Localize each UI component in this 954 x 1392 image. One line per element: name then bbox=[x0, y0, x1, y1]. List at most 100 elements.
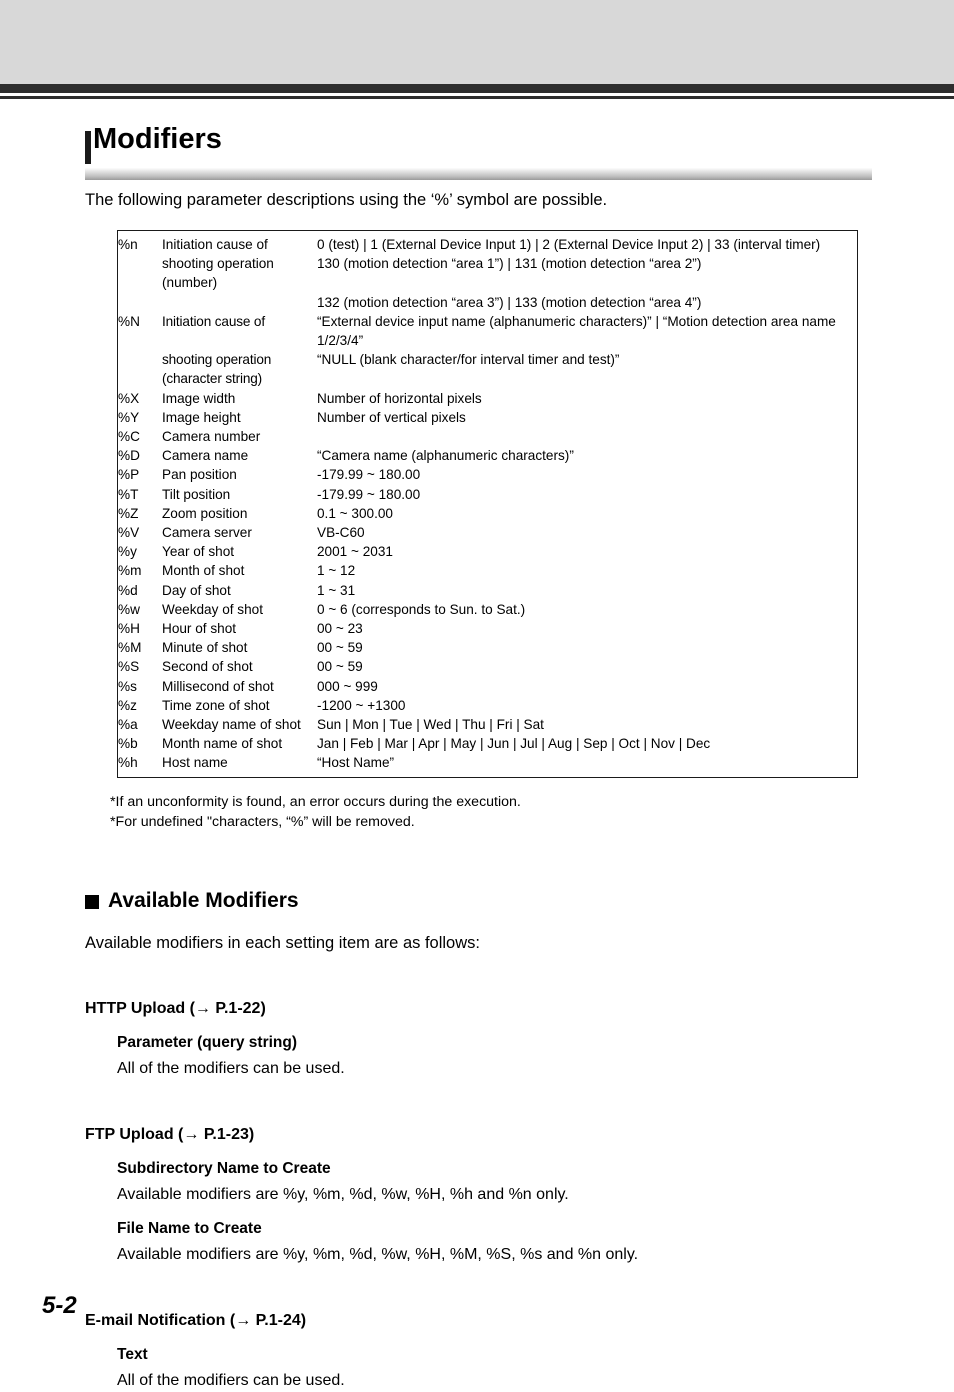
modifier-value-cell: VB-C60 bbox=[317, 525, 365, 541]
table-row: %a Weekday name of shot Sun | Mon | Tue | … bbox=[118, 715, 858, 734]
table-row: %b Month name of shot Jan | Feb | Mar | Ap… bbox=[118, 734, 858, 753]
modifier-code-cell: %N bbox=[118, 313, 140, 329]
modifier-code-cell bbox=[118, 254, 163, 292]
modifier-description-cell: Host name bbox=[162, 755, 228, 771]
modifier-code-cell: %H bbox=[118, 621, 140, 637]
modifier-groups: HTTP Upload (→ P.1-22) Parameter (query s… bbox=[0, 998, 954, 1392]
modifier-value-cell: 00 ~ 23 bbox=[317, 621, 363, 637]
title-underline bbox=[85, 165, 872, 180]
table-row: %w Weekday of shot 0 ~ 6 (corresponds to S… bbox=[118, 600, 858, 619]
table-row: %S Second of shot 00 ~ 59 bbox=[118, 657, 858, 676]
modifier-item-title: Parameter (query string) bbox=[117, 1033, 298, 1051]
modifier-code-cell: %Y bbox=[118, 409, 140, 425]
modifier-code-cell: %m bbox=[118, 563, 142, 579]
modifier-code-cell bbox=[118, 293, 163, 312]
modifier-code-cell: %D bbox=[118, 448, 140, 464]
table-row: shooting operation (character string) “NU… bbox=[118, 350, 858, 388]
modifier-code-cell: %M bbox=[118, 640, 142, 656]
modifier-code-cell: %Z bbox=[118, 505, 139, 521]
modifier-description-cell: shooting operation (character string) bbox=[162, 352, 272, 387]
table-row: %Z Zoom position 0.1 ~ 300.00 bbox=[118, 504, 858, 523]
page-content: Modifiers The following parameter descri… bbox=[0, 99, 954, 1392]
modifier-description-cell: Hour of shot bbox=[162, 621, 237, 637]
table-row: %X Image width Number of horizontal pixels bbox=[118, 389, 858, 408]
modifier-value-cell: 00 ~ 59 bbox=[317, 659, 363, 675]
modifier-item-body: All of the modifiers can be used. bbox=[117, 1059, 345, 1077]
footnote-line: *For undefined "characters, “%” will be … bbox=[110, 813, 415, 830]
table-row: %n Initiation cause of 0 (test) | 1 (Exter… bbox=[118, 231, 858, 255]
modifier-group-title: FTP Upload (→ P.1-23) bbox=[85, 1125, 255, 1143]
modifier-value-cell: 1 ~ 12 bbox=[317, 563, 356, 579]
modifier-group: FTP Upload (→ P.1-23) Subdirectory Name t… bbox=[85, 1124, 954, 1266]
modifier-item-title: File Name to Create bbox=[117, 1219, 262, 1237]
modifier-value-cell: Number of horizontal pixels bbox=[317, 390, 482, 406]
title-accent-bar bbox=[85, 131, 91, 164]
modifier-description-cell: shooting operation (number) bbox=[162, 256, 274, 291]
modifier-description-cell: Millisecond of shot bbox=[162, 678, 274, 694]
page-title-block: Modifiers bbox=[0, 123, 954, 189]
footnotes: *If an unconformity is found, an error o… bbox=[110, 792, 954, 832]
table-row: %h Host name “Host Name” bbox=[118, 753, 858, 777]
modifier-description-cell: Image height bbox=[162, 409, 241, 425]
modifiers-table: %n Initiation cause of 0 (test) | 1 (Exter… bbox=[117, 230, 858, 778]
modifier-group-items: Parameter (query string) All of the modif… bbox=[117, 1032, 954, 1080]
modifier-value-cell: 2001 ~ 2031 bbox=[317, 544, 393, 560]
modifier-code-cell: %V bbox=[118, 525, 140, 541]
modifier-value-cell: 0 (test) | 1 (External Device Input 1) |… bbox=[317, 237, 821, 252]
table-row: %y Year of shot 2001 ~ 2031 bbox=[118, 542, 858, 561]
modifier-code-cell: %n bbox=[118, 237, 138, 252]
modifier-value-cell: 130 (motion detection “area 1”) | 131 (m… bbox=[317, 256, 702, 272]
table-row: %z Time zone of shot -1200 ~ +1300 bbox=[118, 696, 858, 715]
modifier-value-cell: “Camera name (alphanumeric characters)” bbox=[317, 448, 574, 464]
modifier-description-cell: Time zone of shot bbox=[162, 697, 270, 713]
modifier-value-cell: “NULL (blank character/for interval time… bbox=[317, 352, 620, 368]
table-row: %C Camera number bbox=[118, 427, 858, 446]
modifier-code-cell: %b bbox=[118, 736, 138, 752]
modifier-description-cell: Weekday of shot bbox=[162, 601, 264, 617]
modifier-description-cell: Month of shot bbox=[162, 563, 245, 579]
modifier-code-cell bbox=[118, 350, 163, 388]
modifier-code-cell: %P bbox=[118, 467, 140, 483]
table-row: %V Camera server VB-C60 bbox=[118, 523, 858, 542]
modifier-group-items: Subdirectory Name to Create Available mod… bbox=[117, 1158, 954, 1266]
section-heading-available-modifiers: Available Modifiers bbox=[85, 889, 954, 913]
modifier-description-cell: Year of shot bbox=[162, 544, 235, 560]
table-row: shooting operation (number) 130 (motion d… bbox=[118, 254, 858, 292]
table-row: %d Day of shot 1 ~ 31 bbox=[118, 581, 858, 600]
modifier-description-cell: Image width bbox=[162, 390, 236, 406]
modifier-code-cell: %C bbox=[118, 429, 140, 445]
table-row: 132 (motion detection “area 3”) | 133 (m… bbox=[118, 293, 858, 312]
modifier-value-cell: Jan | Feb | Mar | Apr | May | Jun | Jul … bbox=[317, 736, 711, 752]
modifier-description-cell: Minute of shot bbox=[162, 640, 248, 656]
modifiers-table-wrap: %n Initiation cause of 0 (test) | 1 (Exter… bbox=[117, 230, 858, 778]
header-dark-bar bbox=[0, 84, 954, 93]
table-row: %N Initiation cause of “External device in… bbox=[118, 312, 858, 350]
modifier-group: E-mail Notification (→ P.1-24) Text All of… bbox=[85, 1310, 954, 1392]
modifier-description-cell: Tilt position bbox=[162, 486, 231, 502]
modifier-code-cell: %a bbox=[118, 717, 138, 733]
modifier-description-cell: Month name of shot bbox=[162, 736, 283, 752]
modifier-value-cell: “External device input name (alphanumeri… bbox=[317, 313, 836, 349]
modifier-value-cell: 0 ~ 6 (corresponds to Sun. to Sat.) bbox=[317, 601, 526, 617]
modifier-value-cell: -179.99 ~ 180.00 bbox=[317, 486, 421, 502]
modifier-value-cell: 0.1 ~ 300.00 bbox=[317, 505, 393, 521]
modifier-value-cell: Sun | Mon | Tue | Wed | Thu | Fri | Sat bbox=[317, 717, 544, 733]
modifier-value-cell: 1 ~ 31 bbox=[317, 582, 356, 598]
modifier-description-cell: Pan position bbox=[162, 467, 237, 483]
modifier-description-cell: Initiation cause of bbox=[162, 237, 268, 252]
table-row: %s Millisecond of shot 000 ~ 999 bbox=[118, 677, 858, 696]
modifier-item-title: Subdirectory Name to Create bbox=[117, 1159, 331, 1177]
table-row: %P Pan position -179.99 ~ 180.00 bbox=[118, 465, 858, 484]
modifier-code-cell: %w bbox=[118, 601, 140, 617]
modifier-item-title: Text bbox=[117, 1345, 148, 1363]
modifier-description-cell: Day of shot bbox=[162, 582, 231, 598]
modifier-description-cell: Zoom position bbox=[162, 505, 248, 521]
table-row: %H Hour of shot 00 ~ 23 bbox=[118, 619, 858, 638]
modifier-description-cell: Camera number bbox=[162, 429, 261, 445]
modifier-code-cell: %T bbox=[118, 486, 139, 502]
modifier-value-cell: -179.99 ~ 180.00 bbox=[317, 467, 421, 483]
modifier-description-cell: Weekday name of shot bbox=[162, 717, 301, 733]
modifier-description-cell: Initiation cause of bbox=[162, 313, 265, 329]
modifier-group-title: HTTP Upload (→ P.1-22) bbox=[85, 999, 266, 1017]
table-row: %Y Image height Number of vertical pixels bbox=[118, 408, 858, 427]
